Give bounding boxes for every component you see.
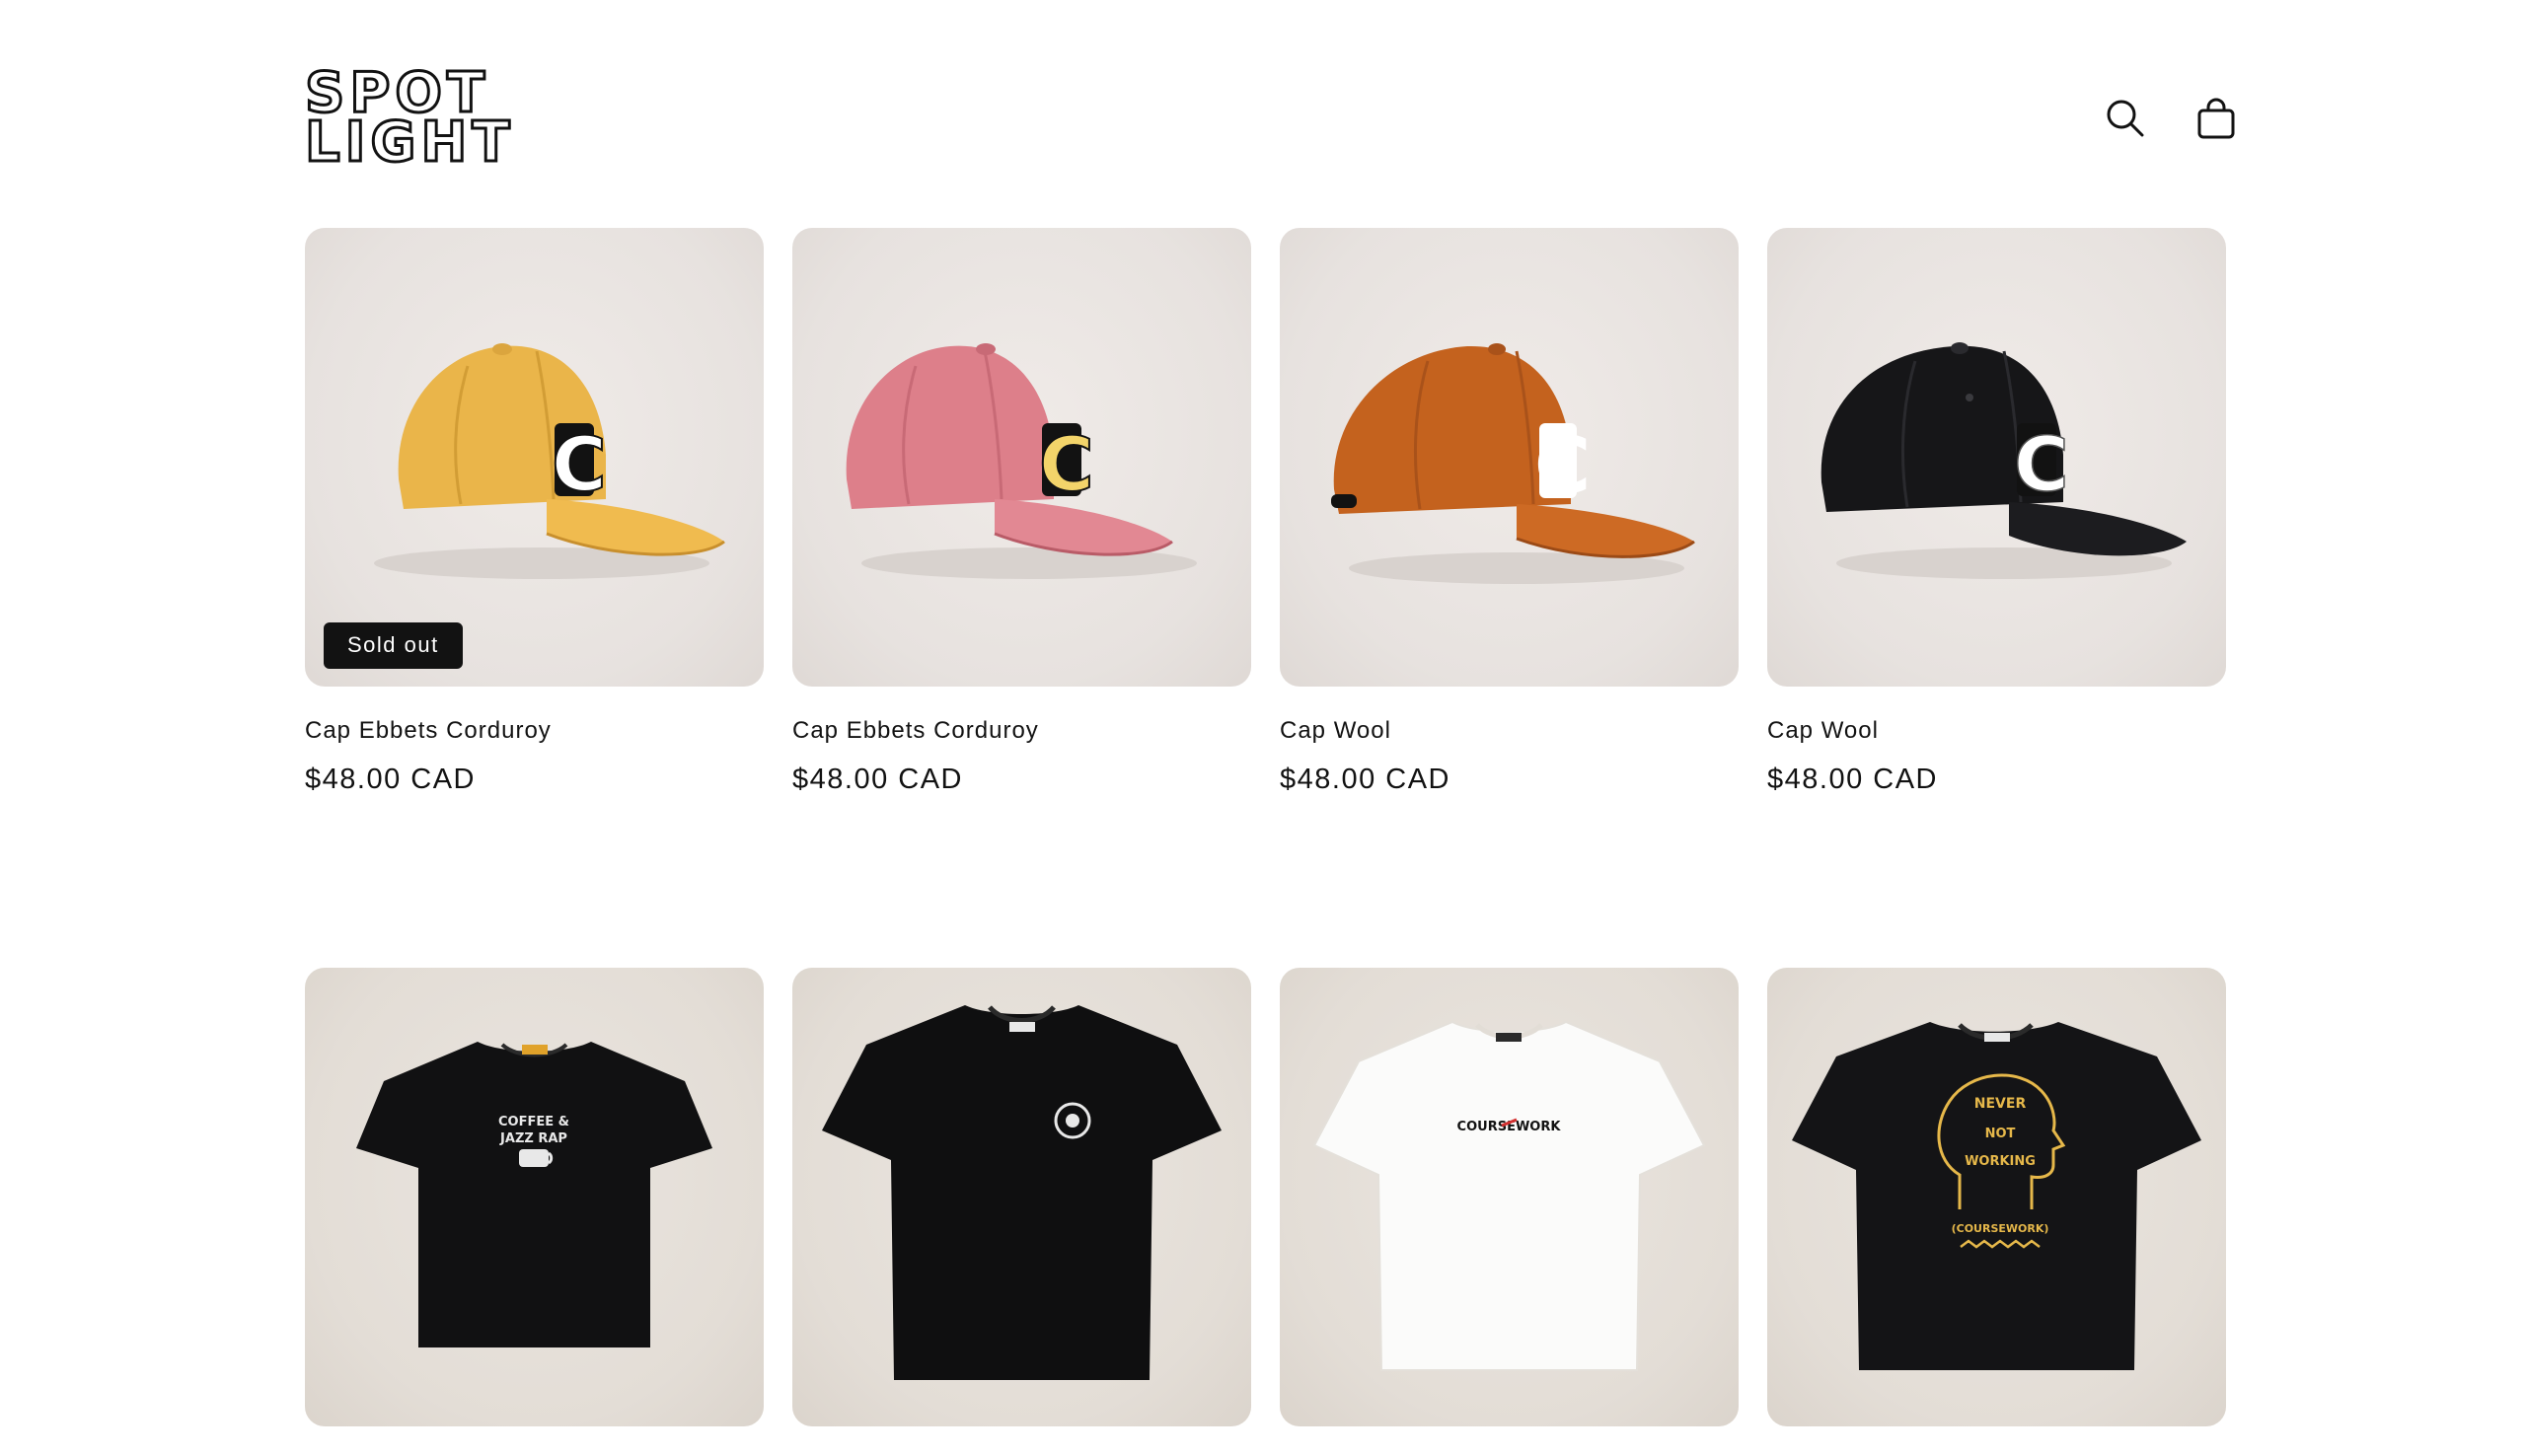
product-card[interactable]: C Sold out Cap Ebbets Corduroy $48.00 CA…	[305, 228, 764, 796]
product-price: $48.00 CAD	[305, 764, 476, 795]
product-card[interactable]: C Cap Ebbets Corduroy $48.00 CAD	[792, 228, 1251, 796]
product-price: $48.00 CAD	[1280, 764, 1450, 795]
print-line-1: COFFEE &	[498, 1115, 569, 1129]
product-card[interactable]: NEVER NOT WORKING (COURSEWORK)	[1767, 968, 2226, 1456]
header-actions	[2102, 95, 2240, 142]
logo-line-2: LIGHT	[304, 110, 515, 175]
search-icon[interactable]	[2102, 95, 2149, 142]
product-image-black-cap: C	[1767, 228, 2226, 687]
product-image-orange-cap: C	[1280, 228, 1739, 687]
product-card[interactable]	[792, 968, 1251, 1456]
product-title[interactable]: Cap Ebbets Corduroy	[305, 716, 764, 746]
print-line-4: (COURSEWORK)	[1952, 1222, 2049, 1235]
product-image-black-tee-coffee-jazz-rap: COFFEE & JAZZ RAP	[305, 968, 764, 1426]
sold-out-badge: Sold out	[324, 622, 463, 669]
print-line-2: JAZZ RAP	[499, 1131, 567, 1146]
print-line-1: NEVER	[1974, 1096, 2027, 1112]
print-line-3: WORKING	[1965, 1154, 2036, 1169]
product-image-pink-cap: C	[792, 228, 1251, 687]
product-image-white-tee-coursework: COURSEWORK	[1280, 968, 1739, 1426]
product-card[interactable]: C Cap Wool $48.00 CAD	[1280, 228, 1739, 796]
page: SPOT LIGHT C Sold out Cap Ebbets Corduro…	[0, 0, 2526, 1426]
print-line-2: NOT	[1985, 1127, 2016, 1141]
svg-text:C: C	[1534, 422, 1591, 511]
store-logo[interactable]: SPOT LIGHT	[304, 64, 517, 175]
svg-text:C: C	[552, 420, 607, 508]
product-grid: C Sold out Cap Ebbets Corduroy $48.00 CA…	[305, 228, 2226, 1456]
product-card[interactable]: COFFEE & JAZZ RAP	[305, 968, 764, 1456]
product-title[interactable]: Cap Ebbets Corduroy	[792, 716, 1251, 746]
svg-text:C: C	[2014, 420, 2069, 508]
product-card[interactable]: COURSEWORK	[1280, 968, 1739, 1456]
product-image-black-tee-coursework-logo	[792, 968, 1251, 1426]
product-card[interactable]: C Cap Wool $48.00 CAD	[1767, 228, 2226, 796]
product-image-black-tee-never-not-working: NEVER NOT WORKING (COURSEWORK)	[1767, 968, 2226, 1426]
svg-text:C: C	[1039, 420, 1094, 508]
product-title[interactable]: Cap Wool	[1767, 716, 2226, 746]
product-title[interactable]: Cap Wool	[1280, 716, 1739, 746]
product-price: $48.00 CAD	[1767, 764, 1938, 795]
product-image-yellow-cap: C Sold out	[305, 228, 764, 687]
product-price: $48.00 CAD	[792, 764, 963, 795]
cart-icon[interactable]	[2192, 95, 2240, 142]
